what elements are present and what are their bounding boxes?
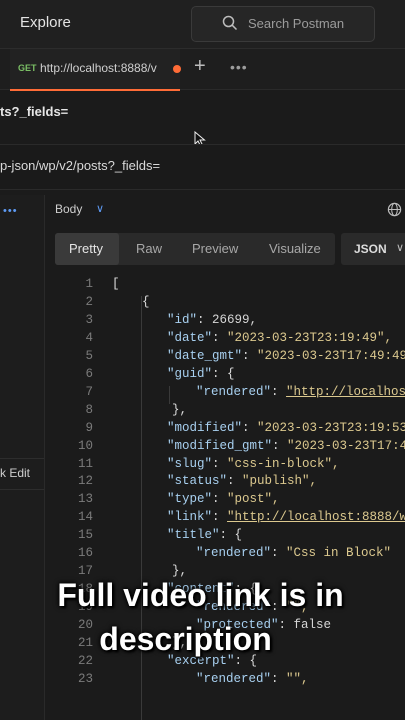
more-options-icon[interactable]: ••• [230, 59, 248, 75]
tab-pretty[interactable]: Pretty [69, 241, 103, 256]
line-number: 12 [77, 474, 93, 489]
code-line: "guid": { [167, 366, 235, 381]
search-placeholder: Search Postman [248, 16, 345, 31]
line-number: 2 [85, 294, 93, 309]
code-line: "rendered": "http://localhost [196, 384, 405, 399]
request-tab[interactable]: GET http://localhost:8888/v [10, 49, 181, 91]
chevron-down-icon[interactable]: ∨ [96, 202, 104, 215]
caption-line: description [99, 621, 272, 657]
tab-url: http://localhost:8888/v [40, 61, 157, 75]
code-line: "modified": "2023-03-23T23:19:53" [167, 420, 405, 435]
format-select-value: JSON [354, 242, 387, 256]
line-number: 7 [85, 384, 93, 399]
line-number: 11 [77, 456, 93, 471]
line-number: 3 [85, 312, 93, 327]
tab-raw[interactable]: Raw [136, 241, 162, 256]
search-icon [222, 15, 238, 31]
line-number: 15 [77, 528, 93, 543]
request-tab-bar: GET http://localhost:8888/v + ••• [0, 49, 405, 91]
tab-preview[interactable]: Preview [192, 241, 238, 256]
line-number: 16 [77, 546, 93, 561]
new-tab-plus-icon[interactable]: + [194, 55, 206, 78]
request-name: ts?_fields= [0, 104, 69, 119]
code-line: [ [112, 277, 120, 291]
line-number: 14 [77, 510, 93, 525]
line-number: 10 [77, 438, 93, 453]
caption-line: Full video link is in [57, 577, 344, 613]
code-line: "date_gmt": "2023-03-23T17:49:49" [167, 348, 405, 363]
globe-icon[interactable] [387, 202, 402, 217]
code-line: "link": "http://localhost:8888/wo [167, 510, 405, 525]
edit-label: k Edit [0, 466, 31, 480]
url-text: p-json/wp/v2/posts?_fields= [0, 158, 161, 173]
more-options-icon[interactable]: ••• [3, 205, 18, 217]
format-select[interactable]: JSON ∨ [341, 233, 405, 265]
code-line: "modified_gmt": "2023-03-23T17:49 [167, 438, 405, 453]
code-line: { [112, 294, 150, 309]
chevron-down-icon: ∨ [396, 242, 405, 254]
indent-guide [169, 386, 170, 404]
search-input[interactable]: Search Postman [191, 6, 375, 42]
format-tabs: Pretty Raw Preview Visualize [55, 233, 335, 265]
code-line: "rendered": "", [196, 671, 309, 686]
tab-visualize[interactable]: Visualize [269, 241, 321, 256]
explore-link[interactable]: Explore [20, 14, 71, 31]
line-number: 4 [85, 330, 93, 345]
top-bar: Explore Search Postman [0, 0, 405, 49]
url-input[interactable]: p-json/wp/v2/posts?_fields= [0, 144, 405, 190]
code-line: "id": 26699, [167, 312, 258, 327]
line-number: 13 [77, 492, 93, 507]
code-line: "title": { [167, 528, 243, 543]
line-number: 23 [77, 671, 93, 686]
line-number: 5 [85, 348, 93, 363]
line-number: 6 [85, 366, 93, 381]
code-line: "date": "2023-03-23T23:19:49", [167, 330, 393, 345]
code-line: }, [112, 402, 188, 417]
code-line: "rendered": "Css in Block" [196, 546, 392, 561]
unsaved-dot-icon [173, 65, 181, 73]
method-badge: GET [18, 63, 37, 73]
code-line: "status": "publish", [167, 474, 318, 489]
code-line: "type": "post", [167, 492, 280, 507]
body-dropdown[interactable]: Body [55, 202, 82, 216]
line-number: 8 [85, 402, 93, 417]
edit-row[interactable]: k Edit [0, 458, 44, 490]
code-line: "slug": "css-in-block", [167, 456, 340, 471]
line-number: 9 [85, 420, 93, 435]
line-number: 1 [85, 277, 93, 291]
